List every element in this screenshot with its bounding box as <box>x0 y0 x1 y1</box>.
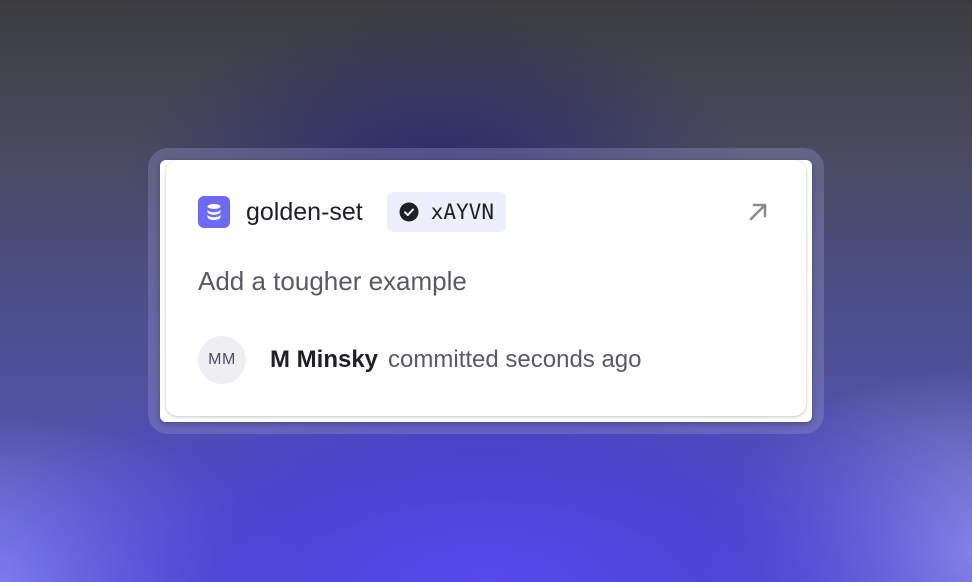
dataset-name[interactable]: golden-set <box>246 198 363 227</box>
commit-footer: MM M Minsky committed seconds ago <box>198 336 642 384</box>
commit-timestamp: committed seconds ago <box>388 346 642 373</box>
commit-badge[interactable]: xAYVN <box>386 192 506 232</box>
arrow-up-right-icon[interactable] <box>742 196 774 228</box>
database-icon <box>198 196 230 228</box>
author-name: M Minsky <box>270 346 379 373</box>
avatar: MM <box>198 336 246 384</box>
commit-message: Add a tougher example <box>198 266 467 296</box>
commit-header: golden-set xAYVN <box>198 192 774 232</box>
commit-id: xAYVN <box>430 200 494 224</box>
commit-card[interactable]: golden-set xAYVN Add a tougher example M… <box>166 160 806 416</box>
check-circle-icon <box>399 202 419 222</box>
